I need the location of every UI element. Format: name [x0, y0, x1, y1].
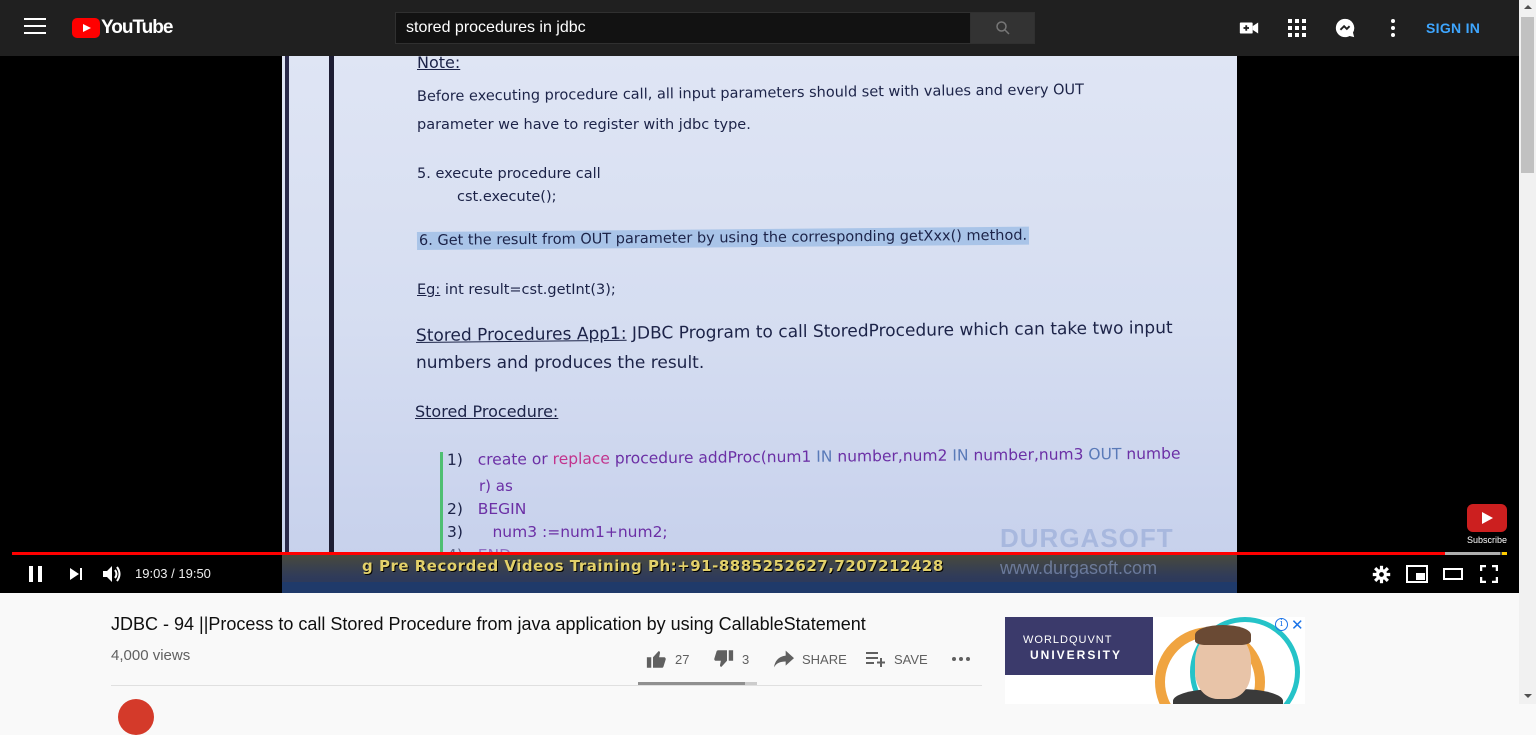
code-kw-out: OUT	[1088, 445, 1122, 464]
search-button[interactable]	[970, 12, 1035, 44]
slide-example: Eg: int result=cst.getInt(3);	[417, 282, 616, 298]
slide-taskbar	[282, 582, 1237, 593]
code-kw-replace: replace	[552, 449, 610, 469]
page-scrollbar[interactable]	[1519, 0, 1536, 704]
slide-border-inner	[329, 56, 334, 576]
subscribe-watermark[interactable]: Subscribe	[1466, 504, 1508, 546]
code-block-bar	[440, 452, 443, 562]
more-horiz-icon	[952, 657, 970, 661]
add-to-playlist-icon	[866, 652, 885, 667]
menu-icon[interactable]	[24, 18, 46, 38]
slide-step5-code: cst.execute();	[457, 189, 557, 205]
create-video-icon[interactable]	[1237, 16, 1261, 40]
ad-person-hair	[1195, 625, 1251, 645]
banner-text: g Pre Recorded Videos Training Ph:+91-88…	[362, 557, 944, 575]
slide-note-line1: Before executing procedure call, all inp…	[416, 82, 1085, 105]
ad-close-icon[interactable]: ✕	[1291, 617, 1304, 634]
scroll-down-arrow-icon[interactable]	[1524, 694, 1532, 698]
progress-end-marker	[1502, 552, 1507, 555]
code-line-3: 3) num3 :=num1+num2;	[447, 523, 668, 541]
search-icon	[995, 21, 1010, 35]
masthead: YouTube stored procedures in jdbc SIGN I…	[0, 0, 1519, 56]
code-line-1-num: 1)	[446, 450, 463, 469]
subscribe-label: Subscribe	[1466, 535, 1508, 545]
share-button[interactable]: SHARE	[774, 648, 847, 670]
code-line-3-text: num3 :=num1+num2;	[492, 523, 668, 541]
thumb-down-icon	[714, 650, 734, 667]
ad-info-icon[interactable]: i	[1275, 618, 1288, 631]
slide-app1-text2: numbers and produces the result.	[416, 353, 705, 373]
ad-line1: WORLDQUVNT	[1023, 634, 1113, 646]
lecture-slide: Note: Before executing procedure call, a…	[282, 56, 1237, 576]
sign-in-button[interactable]: SIGN IN	[1426, 18, 1480, 38]
logo-text: YouTube	[101, 17, 173, 38]
code-line-2: 2) BEGIN	[447, 500, 526, 518]
scroll-up-arrow-icon[interactable]	[1524, 5, 1532, 9]
fullscreen-icon[interactable]	[1477, 561, 1501, 587]
info-divider	[111, 685, 982, 686]
video-player[interactable]: Note: Before executing procedure call, a…	[0, 56, 1519, 593]
save-label: SAVE	[894, 651, 928, 667]
thumb-up-icon	[646, 651, 666, 668]
code-kw-in2: IN	[952, 446, 969, 465]
share-icon	[774, 650, 794, 668]
dislike-button[interactable]: 3	[713, 648, 749, 670]
code-line-1-cont: r) as	[479, 477, 513, 495]
volume-icon[interactable]	[99, 561, 125, 587]
video-frame[interactable]: Note: Before executing procedure call, a…	[282, 56, 1237, 593]
ad-brand-block: WORLDQUVNT UNIVERSITY	[1005, 617, 1153, 675]
code-line-2-text: BEGIN	[477, 500, 527, 518]
subscribe-logo-icon	[1467, 504, 1507, 532]
share-label: SHARE	[802, 651, 847, 667]
code-kw-create: create or	[477, 450, 553, 469]
settings-icon[interactable]	[1369, 561, 1393, 587]
slide-app1: Stored Procedures App1: JDBC Program to …	[416, 318, 1173, 346]
messages-icon[interactable]	[1333, 16, 1357, 40]
slide-app1-text: JDBC Program to call StoredProcedure whi…	[626, 318, 1173, 344]
durgasoft-url-watermark: www.durgasoft.com	[1000, 558, 1158, 578]
save-button[interactable]: SAVE	[866, 648, 928, 670]
progress-bar[interactable]	[12, 552, 1507, 555]
slide-note-line2: parameter we have to register with jdbc …	[417, 117, 751, 133]
slide-app1-label: Stored Procedures App1:	[415, 323, 627, 346]
more-vert-icon[interactable]	[1381, 16, 1405, 40]
code-line-2-num: 2)	[447, 500, 463, 518]
next-icon[interactable]	[64, 561, 88, 587]
channel-avatar[interactable]	[118, 699, 154, 735]
youtube-logo[interactable]: YouTube	[72, 17, 173, 38]
code-seg-i: numbe	[1121, 444, 1181, 464]
code-kw-in1: IN	[816, 447, 833, 466]
slide-step5: 5. execute procedure call	[417, 166, 601, 182]
progress-played	[12, 552, 1446, 555]
youtube-play-icon	[72, 18, 100, 38]
apps-icon[interactable]	[1285, 16, 1309, 40]
durgasoft-watermark: DURGASOFT	[1000, 523, 1174, 553]
slide-eg-label: Eg:	[417, 282, 441, 298]
theater-icon[interactable]	[1441, 561, 1465, 587]
like-button[interactable]: 27	[646, 648, 689, 670]
search-input[interactable]: stored procedures in jdbc	[395, 12, 971, 44]
ad-line2: UNIVERSITY	[1030, 648, 1123, 662]
code-line-3-num: 3)	[447, 523, 463, 541]
dislike-count: 3	[742, 651, 750, 667]
code-line-1: 1) create or replace procedure addProc(n…	[447, 445, 1181, 469]
view-count: 4,000 views	[111, 647, 191, 664]
time-display: 19:03 / 19:50	[135, 566, 211, 581]
slide-note-heading: Note:	[417, 56, 461, 72]
code-seg-g: number,num3	[968, 445, 1089, 465]
more-actions-button[interactable]	[951, 648, 979, 670]
like-count: 27	[675, 651, 690, 667]
code-seg-e: number,num2	[832, 446, 953, 466]
video-title: JDBC - 94 ||Process to call Stored Proce…	[111, 614, 866, 634]
code-seg-c: procedure addProc(num1	[609, 447, 817, 468]
slide-eg-code: int result=cst.getInt(3);	[440, 282, 616, 298]
slide-sp-heading: Stored Procedure:	[415, 402, 559, 421]
scroll-thumb[interactable]	[1521, 17, 1534, 173]
slide-step6-highlighted: 6. Get the result from OUT parameter by …	[416, 226, 1030, 250]
slide-border-left	[285, 56, 289, 576]
miniplayer-icon[interactable]	[1404, 561, 1430, 587]
companion-ad[interactable]: WORLDQUVNT UNIVERSITY i ✕	[1005, 617, 1305, 704]
pause-icon[interactable]	[24, 561, 48, 587]
